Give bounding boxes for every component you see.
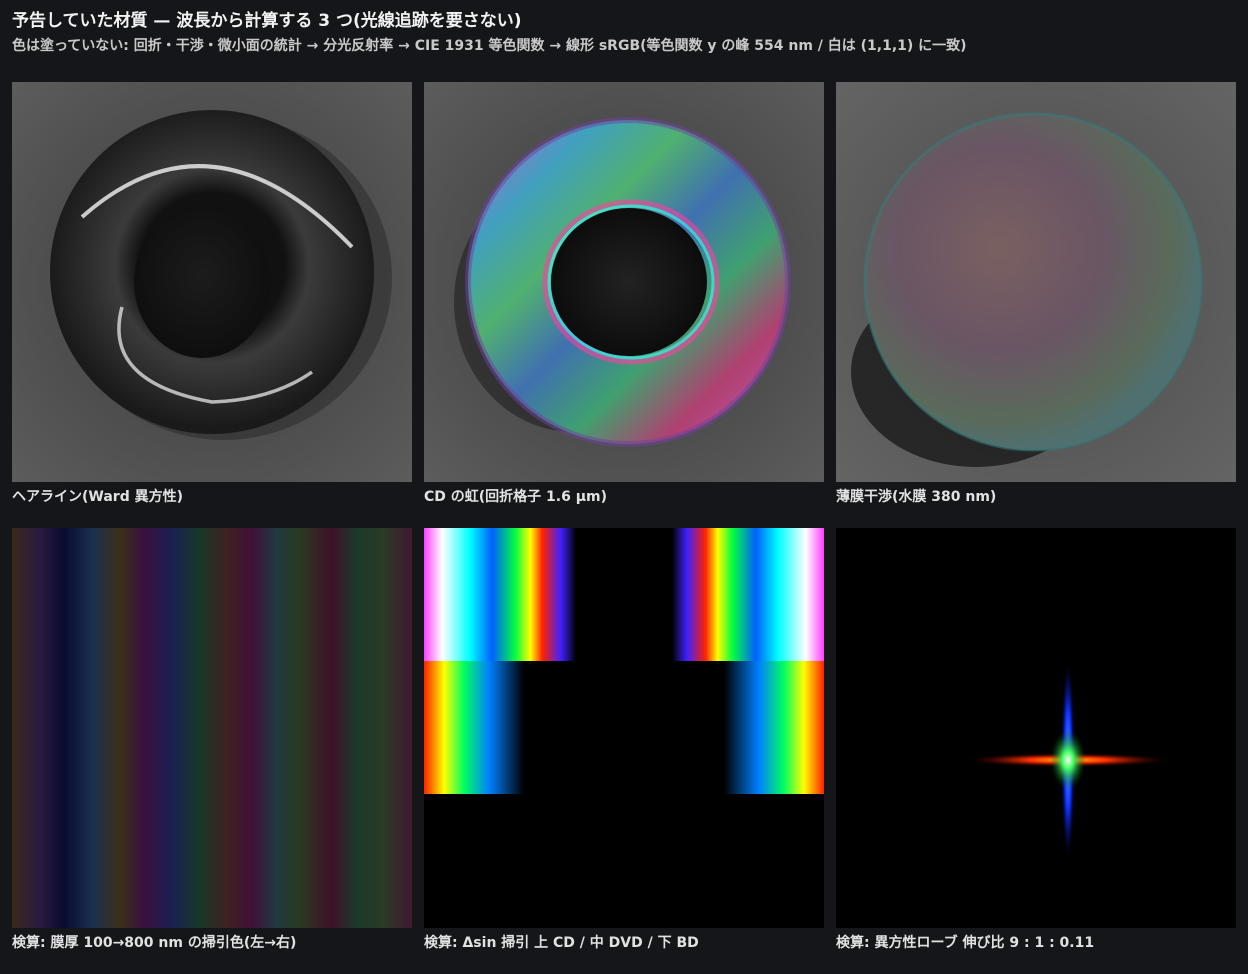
hairline-render (12, 82, 412, 482)
page-title: 予告していた材質 — 波長から計算する 3 つ(光線追跡を要さない) (12, 11, 522, 31)
caption-thin-film: 薄膜干渉(水膜 380 nm) (836, 489, 997, 505)
cd-rainbow-render (424, 82, 824, 482)
delta-sin-sweep (424, 528, 824, 928)
thin-film-render (836, 82, 1236, 482)
anisotropic-lobe (836, 528, 1236, 928)
caption-cd: CD の虹(回折格子 1.6 µm) (424, 489, 608, 505)
caption-anisotropic-lobe: 検算: 異方性ローブ 伸び比 9 : 1 : 0.11 (836, 935, 1095, 951)
thickness-sweep (12, 528, 412, 928)
page-subtitle: 色は塗っていない: 回折・干渉・微小面の統計 → 分光反射率 → CIE 193… (12, 38, 967, 54)
caption-delta-sin: 検算: Δsin 掃引 上 CD / 中 DVD / 下 BD (424, 935, 699, 951)
caption-thickness-sweep: 検算: 膜厚 100→800 nm の掃引色(左→右) (12, 935, 297, 951)
caption-hairline: ヘアライン(Ward 異方性) (12, 489, 183, 505)
